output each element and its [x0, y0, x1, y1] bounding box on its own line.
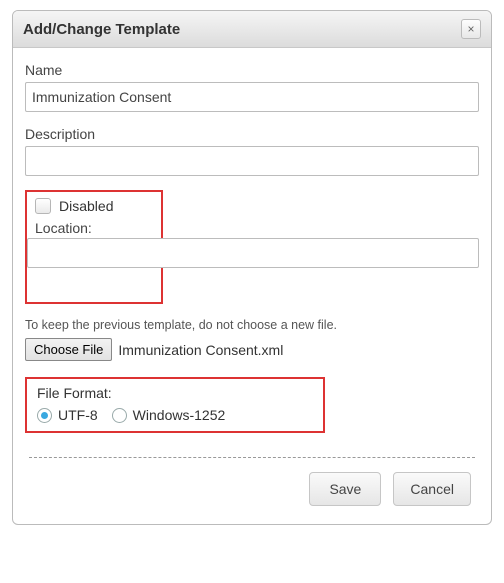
description-group: Description: [25, 126, 479, 176]
radio-option-windows1252[interactable]: Windows-1252: [112, 407, 226, 423]
close-icon[interactable]: ×: [461, 19, 481, 39]
disabled-checkbox[interactable]: [35, 198, 51, 214]
cancel-button[interactable]: Cancel: [393, 472, 471, 506]
radio-label: Windows-1252: [133, 407, 226, 423]
radio-icon: [37, 408, 52, 423]
name-group: Name: [25, 62, 479, 112]
radio-option-utf8[interactable]: UTF-8: [37, 407, 98, 423]
file-row: Choose File Immunization Consent.xml: [25, 338, 479, 361]
separator: [29, 457, 475, 458]
disabled-label: Disabled: [59, 198, 113, 214]
disabled-location-highlight: Disabled Location:: [25, 190, 163, 304]
name-field[interactable]: [25, 82, 479, 112]
dialog-titlebar: Add/Change Template ×: [13, 11, 491, 48]
button-row: Save Cancel: [25, 472, 479, 514]
file-format-label: File Format:: [37, 385, 313, 401]
file-format-options: UTF-8 Windows-1252: [37, 407, 313, 423]
file-format-highlight: File Format: UTF-8 Windows-1252: [25, 377, 325, 433]
dialog-title: Add/Change Template: [23, 21, 180, 38]
location-field[interactable]: [27, 238, 479, 268]
name-label: Name: [25, 62, 479, 78]
location-label: Location:: [35, 220, 153, 236]
chosen-filename: Immunization Consent.xml: [118, 342, 283, 358]
description-label: Description: [25, 126, 479, 142]
radio-icon: [112, 408, 127, 423]
location-input-wrap: [35, 238, 153, 268]
disabled-row: Disabled: [35, 198, 153, 214]
radio-label: UTF-8: [58, 407, 98, 423]
choose-file-button[interactable]: Choose File: [25, 338, 112, 361]
dialog-content: Name Description Disabled Location: To k…: [13, 48, 491, 524]
dialog: Add/Change Template × Name Description D…: [12, 10, 492, 525]
save-button[interactable]: Save: [309, 472, 381, 506]
file-hint: To keep the previous template, do not ch…: [25, 318, 479, 332]
description-field[interactable]: [25, 146, 479, 176]
